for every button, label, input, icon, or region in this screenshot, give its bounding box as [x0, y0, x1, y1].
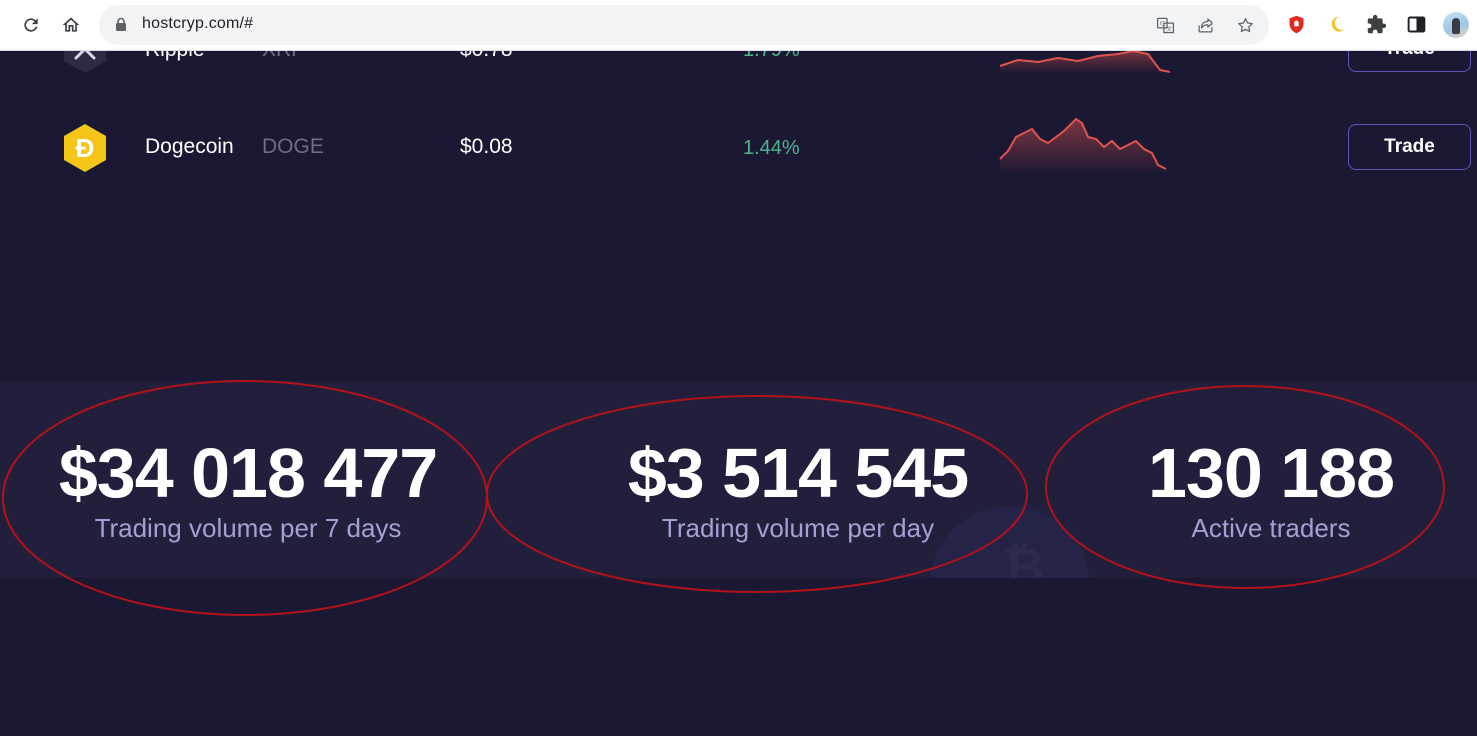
translate-icon[interactable]: G文: [1155, 15, 1175, 35]
share-icon[interactable]: [1195, 15, 1215, 35]
dogecoin-coin-icon: Ð: [64, 124, 106, 172]
coin-change: 1.44%: [743, 137, 800, 159]
list-item: Ð Dogecoin DOGE $0.08 1.44% Trade: [0, 113, 1477, 183]
extension-shield-icon[interactable]: [1285, 13, 1307, 35]
coin-name: Dogecoin: [145, 135, 234, 158]
stats-section: ₿ $34 018 477 Trading volume per 7 days …: [0, 381, 1477, 578]
extensions-puzzle-icon[interactable]: [1365, 13, 1387, 35]
svg-text:Ð: Ð: [76, 133, 95, 163]
url-text: hostcryp.com/#: [142, 15, 254, 32]
stat-value: 130 188: [1147, 434, 1395, 512]
svg-text:G: G: [1159, 20, 1164, 27]
stat-active-traders: 130 188 Active traders: [1120, 433, 1422, 543]
browser-toolbar: hostcryp.com/# G文: [0, 0, 1477, 51]
stat-weekly-volume: $34 018 477 Trading volume per 7 days: [40, 433, 456, 543]
home-icon[interactable]: [57, 11, 85, 39]
reload-icon[interactable]: [17, 11, 45, 39]
address-bar[interactable]: hostcryp.com/# G文: [99, 5, 1269, 45]
stat-label: Active traders: [1191, 513, 1351, 543]
side-panel-icon[interactable]: [1405, 13, 1427, 35]
coin-symbol: DOGE: [262, 135, 324, 158]
stat-value: $34 018 477: [58, 434, 438, 512]
bookmark-star-icon[interactable]: [1235, 15, 1255, 35]
price-sparkline: [999, 117, 1167, 175]
lock-icon: [116, 17, 126, 31]
profile-avatar[interactable]: [1443, 12, 1469, 38]
stat-daily-volume: $3 514 545 Trading volume per day: [600, 433, 996, 543]
stat-label: Trading volume per day: [661, 513, 935, 543]
stat-value: $3 514 545: [627, 434, 969, 512]
stat-label: Trading volume per 7 days: [94, 513, 402, 543]
coin-price: $0.08: [460, 135, 513, 158]
annotation-overlay: [2, 380, 1445, 616]
trade-button[interactable]: Trade: [1348, 124, 1471, 170]
extension-moon-icon[interactable]: [1325, 13, 1347, 35]
